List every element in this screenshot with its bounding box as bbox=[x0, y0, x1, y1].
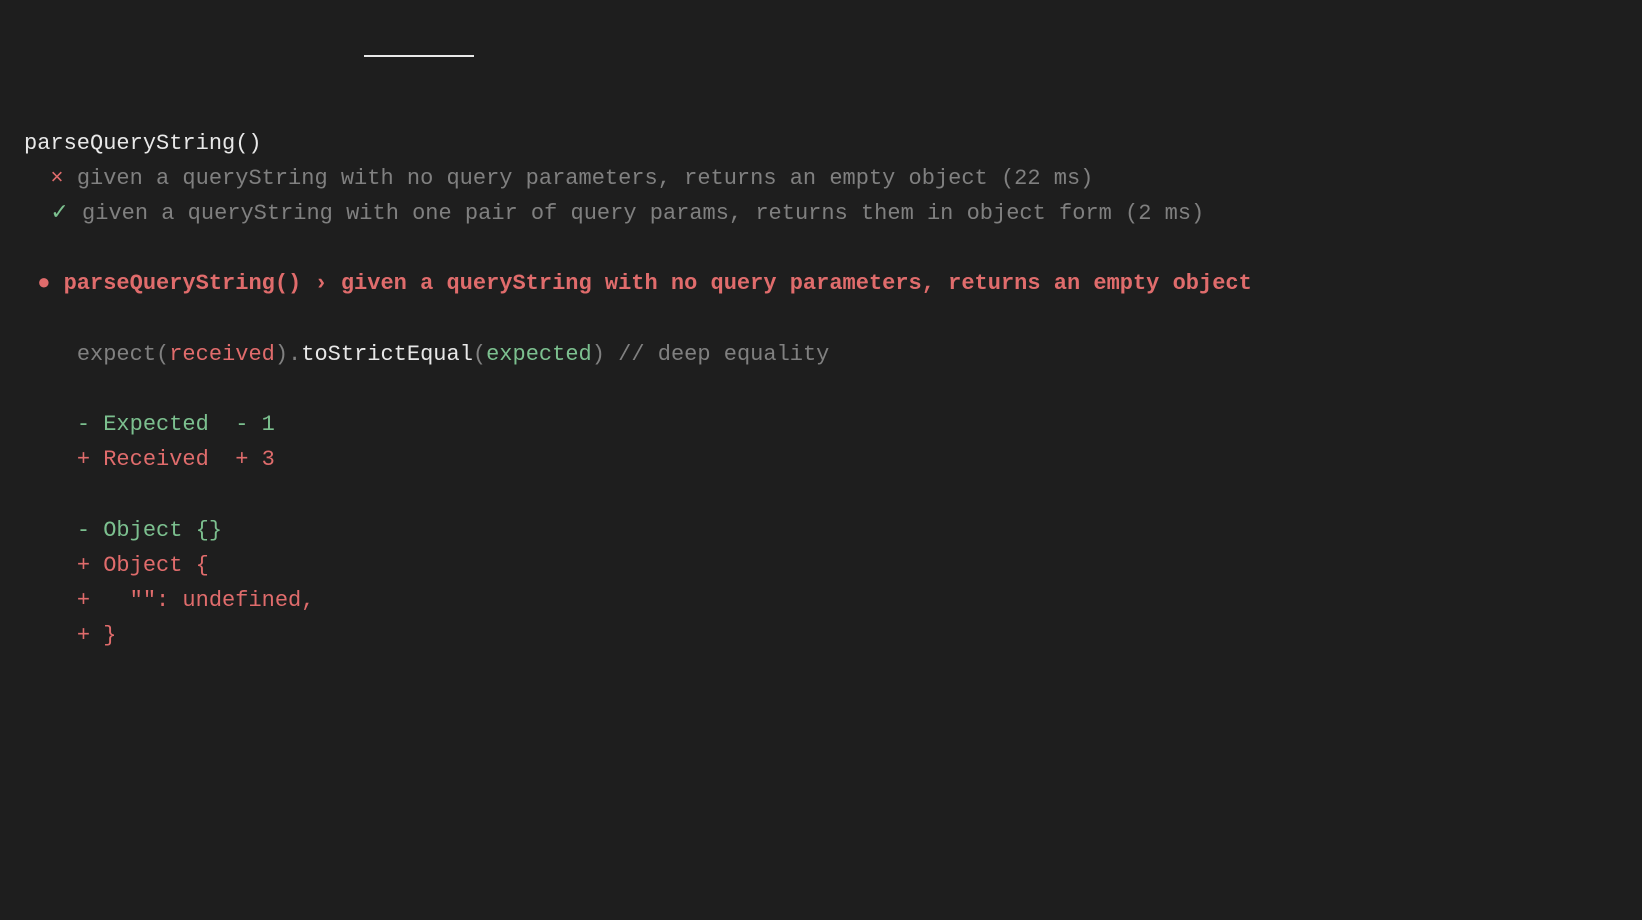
diff-line: + "": undefined, bbox=[77, 588, 315, 613]
received-count: + Received + 3 bbox=[77, 447, 275, 472]
diff-line: + Object { bbox=[77, 553, 209, 578]
test-result-line: given a queryString with one pair of que… bbox=[82, 201, 1204, 226]
error-header: parseQueryString() › given a queryString… bbox=[64, 271, 1252, 296]
expect-text: expect( bbox=[77, 342, 169, 367]
fail-icon: × bbox=[50, 166, 63, 191]
pass-icon: ✓ bbox=[50, 201, 68, 226]
tab-indicator bbox=[364, 55, 474, 57]
expected-count: - Expected - 1 bbox=[77, 412, 275, 437]
diff-line: + } bbox=[77, 623, 117, 648]
suite-title: parseQueryString() bbox=[24, 131, 262, 156]
received-text: received bbox=[169, 342, 275, 367]
paren-close: ) bbox=[592, 342, 605, 367]
test-result-line: given a queryString with no query parame… bbox=[77, 166, 1094, 191]
dot-text: ). bbox=[275, 342, 301, 367]
paren-open: ( bbox=[473, 342, 486, 367]
comment-text: // deep equality bbox=[618, 342, 829, 367]
diff-line: - Object {} bbox=[77, 518, 222, 543]
expected-text: expected bbox=[486, 342, 592, 367]
matcher-text: toStrictEqual bbox=[301, 342, 473, 367]
terminal-output: parseQueryString() × given a queryString… bbox=[24, 55, 1618, 653]
bullet-icon: ● bbox=[37, 271, 50, 296]
